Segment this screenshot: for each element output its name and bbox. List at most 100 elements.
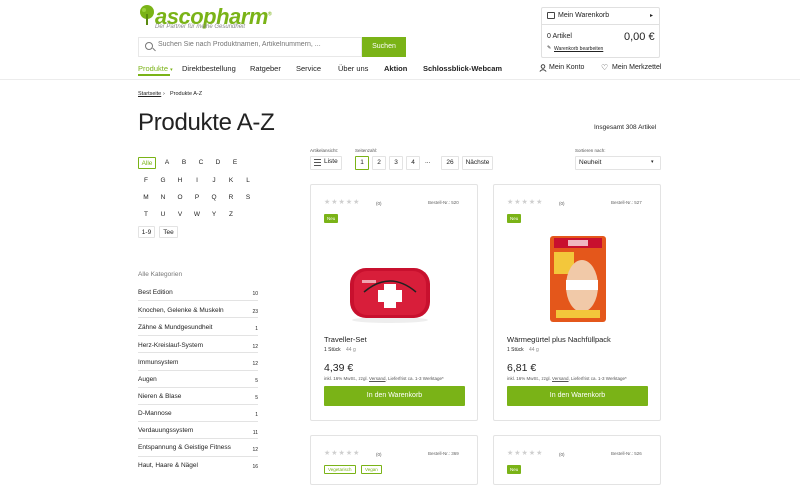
nav-ueber-uns[interactable]: Über uns <box>338 64 368 73</box>
letter-filter[interactable]: A <box>161 157 173 169</box>
chevron-down-icon: ▾ <box>651 159 654 165</box>
category-item[interactable]: Herz-Kreislauf-System <box>138 342 203 349</box>
rating-stars: ★★★★★ <box>324 450 361 457</box>
category-count: 11 <box>252 430 258 436</box>
nav-service[interactable]: Service <box>296 64 321 73</box>
letter-filter[interactable]: E <box>229 157 241 169</box>
category-count: 12 <box>252 447 258 453</box>
category-count: 5 <box>255 378 258 384</box>
rating-count: (0) <box>376 452 382 457</box>
search-button[interactable]: Suchen <box>362 37 406 57</box>
letter-filter[interactable]: V <box>174 209 186 221</box>
cart-title[interactable]: Mein Warenkorb <box>558 12 609 19</box>
brand-tagline: Der Partner für meine Gesundheit <box>155 24 246 30</box>
order-number: Bestell-Nr.: 520 <box>428 200 459 205</box>
category-item[interactable]: Zähne & Mundgesundheit <box>138 324 212 331</box>
rating-count: (0) <box>559 201 565 206</box>
letter-filter[interactable]: I <box>191 175 203 187</box>
letter-filter[interactable]: B <box>178 157 190 169</box>
letter-filter[interactable]: O <box>174 192 186 204</box>
product-qty: 1 Stück <box>507 347 524 353</box>
list-icon <box>314 159 321 166</box>
next-page-button[interactable]: Nächste <box>462 156 493 170</box>
breadcrumb-current: Produkte A-Z <box>170 91 203 97</box>
nav-active-underline <box>138 74 170 76</box>
letter-filter[interactable]: W <box>191 209 203 221</box>
price-info: inkl. 16% MwSt., zzgl. Versand, Lieferfr… <box>507 376 627 381</box>
letter-filter[interactable]: U <box>157 209 169 221</box>
search-input[interactable] <box>158 41 358 48</box>
letter-filter[interactable]: Z <box>225 209 237 221</box>
letter-filter[interactable]: G <box>157 175 169 187</box>
category-item[interactable]: Verdauungssystem <box>138 427 193 434</box>
price-info: inkl. 16% MwSt., zzgl. Versand, Lieferfr… <box>324 376 444 381</box>
letter-filter[interactable]: C <box>195 157 207 169</box>
categories-heading: Alle Kategorien <box>138 271 183 278</box>
product-name[interactable]: Wärmegürtel plus Nachfüllpack <box>507 335 611 344</box>
category-count: 12 <box>252 344 258 350</box>
shipping-link[interactable]: Versand <box>369 376 386 381</box>
category-item[interactable]: D-Mannose <box>138 410 172 417</box>
category-item[interactable]: Augen <box>138 376 157 383</box>
page-label: Seitenzahl: <box>355 148 378 153</box>
product-card[interactable] <box>310 435 478 485</box>
price-info-delivery: , Lieferfrist ca. 1-3 Werktage* <box>385 376 444 381</box>
product-card[interactable] <box>493 435 661 485</box>
view-label: Artikelansicht: <box>310 148 339 153</box>
letter-all[interactable]: Alle <box>138 157 156 169</box>
wishlist-link[interactable]: Mein Merkzettel <box>612 64 661 71</box>
category-item[interactable]: Entspannung & Geistige Fitness <box>138 444 231 451</box>
add-to-cart-button[interactable]: In den Warenkorb <box>324 386 465 406</box>
letter-filter[interactable]: H <box>174 175 186 187</box>
shipping-link[interactable]: Versand <box>552 376 569 381</box>
page-button[interactable]: 2 <box>372 156 386 170</box>
category-divider <box>138 335 258 336</box>
letter-filter[interactable]: L <box>242 175 254 187</box>
nav-produkte[interactable]: Produkte ▾ <box>138 64 173 73</box>
letter-filter[interactable]: S <box>242 192 254 204</box>
chevron-right-icon: ▸ <box>650 13 654 19</box>
letter-filter[interactable]: M <box>140 192 152 204</box>
page-button[interactable]: 4 <box>406 156 420 170</box>
add-to-cart-button[interactable]: In den Warenkorb <box>507 386 648 406</box>
page-button[interactable]: 26 <box>441 156 459 170</box>
letter-filter[interactable]: J <box>208 175 220 187</box>
product-price: 6,81 € <box>507 362 537 374</box>
page-button[interactable]: 3 <box>389 156 403 170</box>
letter-filter[interactable]: N <box>157 192 169 204</box>
rating-stars: ★★★★★ <box>507 199 544 206</box>
category-item[interactable]: Immunsystem <box>138 359 178 366</box>
letter-filter[interactable]: R <box>225 192 237 204</box>
nav-webcam[interactable]: Schlossblick-Webcam <box>423 64 502 73</box>
nav-aktion[interactable]: Aktion <box>384 64 407 73</box>
product-weight: 44 g <box>529 347 539 353</box>
letter-filter[interactable]: T <box>140 209 152 221</box>
cart-edit-link[interactable]: Warenkorb bearbeiten <box>554 46 603 52</box>
category-item[interactable]: Knochen, Gelenke & Muskeln <box>138 307 224 314</box>
category-divider <box>138 300 258 301</box>
breadcrumb-home[interactable]: Startseite <box>138 91 161 97</box>
badge-vegan: Vegan <box>361 465 382 474</box>
brand-reg: ® <box>267 11 272 18</box>
product-name[interactable]: Traveller-Set <box>324 335 367 344</box>
cart-icon <box>547 12 555 19</box>
category-item[interactable]: Nieren & Blase <box>138 393 181 400</box>
letter-filter[interactable]: Tee <box>159 226 178 238</box>
category-item[interactable]: Best Edition <box>138 289 173 296</box>
nav-direktbestellung[interactable]: Direktbestellung <box>182 64 236 73</box>
category-divider <box>138 438 258 439</box>
page-button[interactable]: 1 <box>355 156 369 170</box>
product-image-first-aid-bag <box>350 268 430 323</box>
account-link[interactable]: Mein Konto <box>549 64 584 71</box>
category-item[interactable]: Haut, Haare & Nägel <box>138 462 198 469</box>
letter-filter[interactable]: 1-9 <box>138 226 155 238</box>
letter-filter[interactable]: K <box>225 175 237 187</box>
category-count: 23 <box>252 309 258 315</box>
letter-filter[interactable]: D <box>212 157 224 169</box>
letter-filter[interactable]: F <box>140 175 152 187</box>
nav-ratgeber[interactable]: Ratgeber <box>250 64 281 73</box>
letter-filter[interactable]: Y <box>208 209 220 221</box>
letter-filter[interactable]: Q <box>208 192 220 204</box>
product-weight: 44 g <box>346 347 356 353</box>
letter-filter[interactable]: P <box>191 192 203 204</box>
